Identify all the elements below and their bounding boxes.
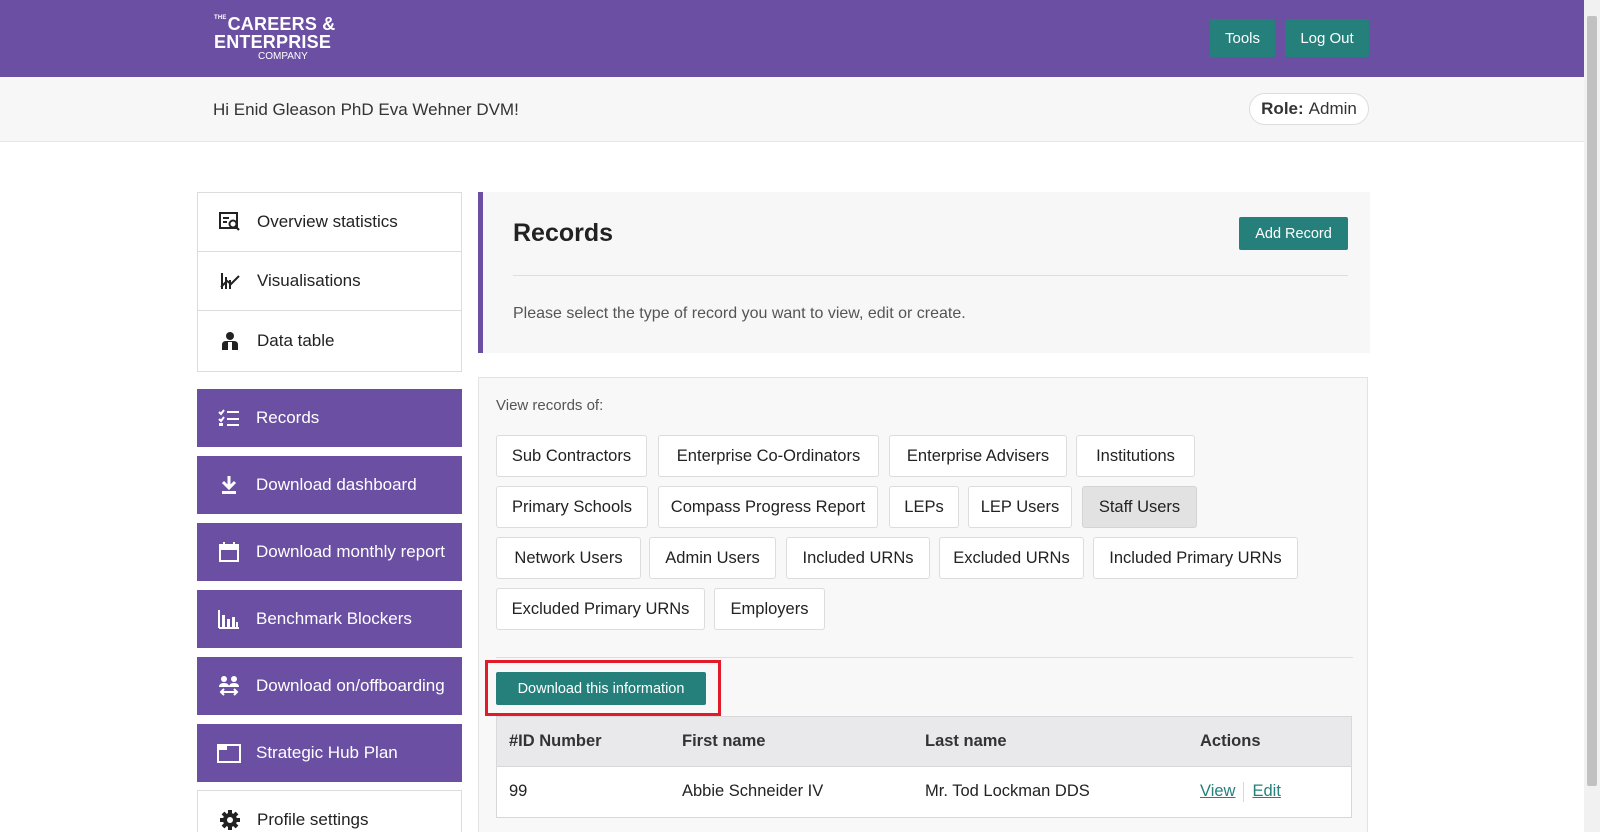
add-record-button[interactable]: Add Record xyxy=(1239,217,1348,250)
sidebar-item-download-dashboard[interactable]: Download dashboard xyxy=(197,456,462,514)
folder-icon xyxy=(214,742,244,764)
record-type-leps[interactable]: LEPs xyxy=(889,486,959,528)
record-type-network-users[interactable]: Network Users xyxy=(496,537,641,579)
page-title: Records xyxy=(513,219,614,247)
view-records-label: View records of: xyxy=(496,397,604,414)
record-type-institutions[interactable]: Institutions xyxy=(1076,435,1195,477)
bar-chart-icon xyxy=(214,608,244,630)
sidebar-item-benchmark-blockers[interactable]: Benchmark Blockers xyxy=(197,590,462,648)
record-type-compass-progress-report[interactable]: Compass Progress Report xyxy=(658,486,878,528)
record-type-sub-contractors[interactable]: Sub Contractors xyxy=(496,435,647,477)
sidebar-item-data-table[interactable]: Data table xyxy=(197,310,462,372)
role-value: Admin xyxy=(1308,99,1357,118)
page-scrollbar-thumb[interactable] xyxy=(1587,16,1597,786)
sidebar-item-overview-statistics[interactable]: Overview statistics xyxy=(197,192,462,252)
top-navigation-bar: THECAREERS & ENTERPRISE COMPANY Tools Lo… xyxy=(0,0,1584,77)
data-table-icon xyxy=(215,330,245,352)
greeting-bar: Hi Enid Gleason PhD Eva Wehner DVM! Role… xyxy=(0,77,1584,142)
logo-line2: ENTERPRISE xyxy=(214,32,332,52)
overview-statistics-icon xyxy=(215,211,245,233)
divider xyxy=(513,275,1348,276)
sidebar-item-label: Benchmark Blockers xyxy=(256,609,412,628)
sidebar-item-label: Download on/offboarding xyxy=(256,676,445,695)
divider xyxy=(496,657,1353,658)
sidebar-item-label: Strategic Hub Plan xyxy=(256,743,398,762)
column-header-last-name[interactable]: Last name xyxy=(925,717,1007,766)
record-type-enterprise-coordinators[interactable]: Enterprise Co-Ordinators xyxy=(658,435,879,477)
record-type-included-primary-urns[interactable]: Included Primary URNs xyxy=(1093,537,1298,579)
view-link[interactable]: View xyxy=(1200,782,1235,801)
records-header-panel: Records Add Record Please select the typ… xyxy=(478,192,1370,353)
sidebar-item-profile-settings[interactable]: Profile settings xyxy=(197,790,462,832)
record-type-admin-users[interactable]: Admin Users xyxy=(649,537,776,579)
sidebar-item-records[interactable]: Records xyxy=(197,389,462,447)
sidebar-item-label: Visualisations xyxy=(257,271,361,290)
column-header-id[interactable]: #ID Number xyxy=(509,717,602,766)
logo-line3: COMPANY xyxy=(258,51,308,62)
sidebar-item-label: Profile settings xyxy=(257,810,369,829)
calendar-icon xyxy=(214,541,244,563)
record-type-excluded-urns[interactable]: Excluded URNs xyxy=(939,537,1084,579)
logo-prefix-text: THE xyxy=(214,15,227,21)
logo-line1: CAREERS & xyxy=(227,14,336,34)
cell-id: 99 xyxy=(509,782,528,800)
cell-last-name: Mr. Tod Lockman DDS xyxy=(925,782,1090,800)
table-row: 99 Abbie Schneider IV Mr. Tod Lockman DD… xyxy=(496,767,1352,818)
careers-enterprise-logo[interactable]: THECAREERS & ENTERPRISE COMPANY xyxy=(214,15,335,62)
record-type-primary-schools[interactable]: Primary Schools xyxy=(496,486,648,528)
record-type-enterprise-advisers[interactable]: Enterprise Advisers xyxy=(889,435,1067,477)
sidebar-item-visualisations[interactable]: Visualisations xyxy=(197,251,462,311)
table-header-row: #ID Number First name Last name Actions xyxy=(496,716,1352,767)
record-type-excluded-primary-urns[interactable]: Excluded Primary URNs xyxy=(496,588,705,630)
action-separator xyxy=(1243,781,1245,802)
records-description: Please select the type of record you wan… xyxy=(513,305,966,322)
record-type-lep-users[interactable]: LEP Users xyxy=(968,486,1072,528)
download-information-button[interactable]: Download this information xyxy=(496,672,706,705)
sidebar-item-download-onoffboarding[interactable]: Download on/offboarding xyxy=(197,657,462,715)
gear-icon xyxy=(215,809,245,831)
visualisations-icon xyxy=(215,270,245,292)
sidebar-item-label: Records xyxy=(256,408,320,427)
cell-first-name: Abbie Schneider IV xyxy=(682,782,824,800)
sidebar-item-label: Download dashboard xyxy=(256,475,417,494)
download-icon xyxy=(214,474,244,496)
cell-actions: View Edit xyxy=(1200,767,1281,816)
greeting-text: Hi Enid Gleason PhD Eva Wehner DVM! xyxy=(213,100,519,119)
people-transfer-icon xyxy=(214,675,244,697)
sidebar-item-download-monthly-report[interactable]: Download monthly report xyxy=(197,523,462,581)
role-label: Role: xyxy=(1261,99,1304,118)
column-header-actions: Actions xyxy=(1200,732,1261,750)
record-type-employers[interactable]: Employers xyxy=(714,588,825,630)
records-list-panel: View records of: Sub Contractors Enterpr… xyxy=(478,377,1368,832)
records-table: #ID Number First name Last name Actions … xyxy=(496,716,1352,818)
record-type-included-urns[interactable]: Included URNs xyxy=(786,537,930,579)
tools-button[interactable]: Tools xyxy=(1210,19,1275,57)
sidebar-item-label: Data table xyxy=(257,331,335,350)
column-header-first-name[interactable]: First name xyxy=(682,717,765,766)
sidebar-item-strategic-hub-plan[interactable]: Strategic Hub Plan xyxy=(197,724,462,782)
logout-button[interactable]: Log Out xyxy=(1285,19,1369,57)
record-type-staff-users[interactable]: Staff Users xyxy=(1082,486,1197,528)
edit-link[interactable]: Edit xyxy=(1252,782,1280,801)
sidebar-item-label: Download monthly report xyxy=(256,542,445,561)
role-badge: Role: Admin xyxy=(1249,93,1369,125)
sidebar-item-label: Overview statistics xyxy=(257,212,398,231)
records-list-icon xyxy=(214,407,244,429)
